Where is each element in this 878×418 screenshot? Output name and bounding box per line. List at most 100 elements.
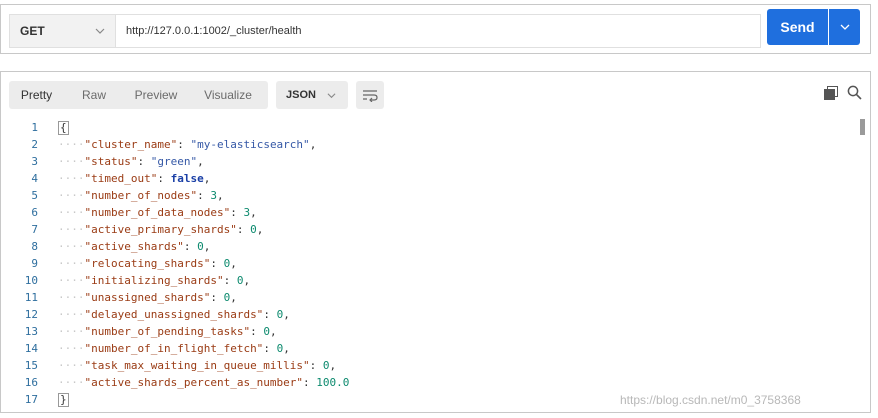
json-key: "number_of_in_flight_fetch" [84,342,264,355]
indent-guide: ···· [58,274,85,287]
watermark: https://blog.csdn.net/m0_3758368 [620,393,801,407]
code-line: 16 ····"active_shards_percent_as_number":… [0,374,860,391]
request-bar: GET http://127.0.0.1:1002/_cluster/healt… [0,4,871,54]
code-text: ····"task_max_waiting_in_queue_millis": … [58,359,337,372]
code-text: ····"number_of_data_nodes": 3, [58,206,257,219]
code-text: ····"timed_out": false, [58,172,211,185]
indent-guide: ···· [58,172,85,185]
wrap-lines-button[interactable] [356,81,384,109]
json-key: "active_shards" [84,240,184,253]
method-select[interactable]: GET [9,14,115,48]
code-text: ····"initializing_shards": 0, [58,274,251,287]
code-text: ····"number_of_in_flight_fetch": 0, [58,342,290,355]
json-key: "initializing_shards" [84,274,224,287]
code-line: 1{ [0,119,860,136]
copy-icon[interactable] [824,86,838,100]
chevron-down-icon [95,28,105,34]
indent-guide: ···· [58,308,85,321]
indent-guide: ···· [58,376,85,389]
line-number: 8 [31,240,38,253]
json-key: "task_max_waiting_in_queue_millis" [84,359,310,372]
code-line: 5 ····"number_of_nodes": 3, [0,187,860,204]
code-line: 13 ····"number_of_pending_tasks": 0, [0,323,860,340]
tab-visualize[interactable]: Visualize [188,81,268,109]
code-line: 2 ····"cluster_name": "my-elasticsearch", [0,136,860,153]
code-line: 9 ····"relocating_shards": 0, [0,255,860,272]
line-number: 9 [31,257,38,270]
json-key: "number_of_nodes" [84,189,198,202]
code-line: 15 ····"task_max_waiting_in_queue_millis"… [0,357,860,374]
indent-guide: ···· [58,359,85,372]
json-key: "number_of_pending_tasks" [84,325,251,338]
code-text: { [58,119,69,136]
line-number: 3 [31,155,38,168]
code-text: ····"active_primary_shards": 0, [58,223,264,236]
response-body: 1{2 ····"cluster_name": "my-elasticsearch… [0,119,860,408]
code-line: 11 ····"unassigned_shards": 0, [0,289,860,306]
code-text: ····"active_shards": 0, [58,240,211,253]
json-value: 100.0 [316,376,350,389]
scrollbar-thumb[interactable] [860,119,865,135]
json-value: 3 [210,189,217,202]
line-number: 12 [24,308,38,321]
json-key: "cluster_name" [84,138,178,151]
line-number: 17 [24,393,38,406]
json-key: "timed_out" [84,172,158,185]
indent-guide: ···· [58,257,85,270]
code-text: ····"number_of_nodes": 3, [58,189,224,202]
json-key: "active_shards_percent_as_number" [84,376,304,389]
code-text: ····"active_shards_percent_as_number": 1… [58,376,350,389]
indent-guide: ···· [58,189,85,202]
indent-guide: ···· [58,240,85,253]
indent-guide: ···· [58,325,85,338]
json-key: "active_primary_shards" [84,223,237,236]
json-value: false [170,172,204,185]
json-value: 0 [322,359,330,372]
line-number: 11 [24,291,38,304]
line-number: 4 [31,172,38,185]
line-number: 14 [24,342,38,355]
indent-guide: ···· [58,342,85,355]
url-input[interactable]: http://127.0.0.1:1002/_cluster/health [115,14,761,48]
line-number: 10 [24,274,38,287]
line-number: 7 [31,223,38,236]
json-value: 0 [250,223,257,236]
json-key: "relocating_shards" [84,257,211,270]
search-icon[interactable] [847,85,862,100]
send-options-button[interactable] [829,9,860,45]
indent-guide: ···· [58,223,85,236]
indent-guide: ···· [58,206,85,219]
tab-pretty[interactable]: Pretty [9,81,64,109]
line-number: 6 [31,206,38,219]
close-brace: } [58,393,69,407]
format-label: JSON [286,89,316,101]
indent-guide: ···· [58,155,85,168]
code-line: 4 ····"timed_out": false, [0,170,860,187]
method-label: GET [20,24,45,38]
code-line: 10 ····"initializing_shards": 0, [0,272,860,289]
code-text: ····"cluster_name": "my-elasticsearch", [58,138,317,151]
line-number: 13 [24,325,38,338]
code-line: 6 ····"number_of_data_nodes": 3, [0,204,860,221]
code-line: 12 ····"delayed_unassigned_shards": 0, [0,306,860,323]
json-value: 0 [263,325,270,338]
code-text: ····"unassigned_shards": 0, [58,291,237,304]
line-number: 16 [24,376,38,389]
line-number: 15 [24,359,38,372]
format-select[interactable]: JSON [276,81,348,109]
code-text: ····"relocating_shards": 0, [58,257,237,270]
line-number: 1 [31,121,38,134]
code-line: 14 ····"number_of_in_flight_fetch": 0, [0,340,860,357]
json-value: "my-elasticsearch" [190,138,310,151]
tab-raw[interactable]: Raw [64,81,124,109]
code-text: ····"delayed_unassigned_shards": 0, [58,308,290,321]
response-view-tabs: Pretty Raw Preview Visualize [9,81,268,109]
json-key: "unassigned_shards" [84,291,211,304]
line-number: 5 [31,189,38,202]
line-number: 2 [31,138,38,151]
url-text: http://127.0.0.1:1002/_cluster/health [126,25,302,37]
tab-preview[interactable]: Preview [124,81,188,109]
json-key: "delayed_unassigned_shards" [84,308,264,321]
open-brace: { [58,121,69,135]
send-button[interactable]: Send [767,9,828,45]
